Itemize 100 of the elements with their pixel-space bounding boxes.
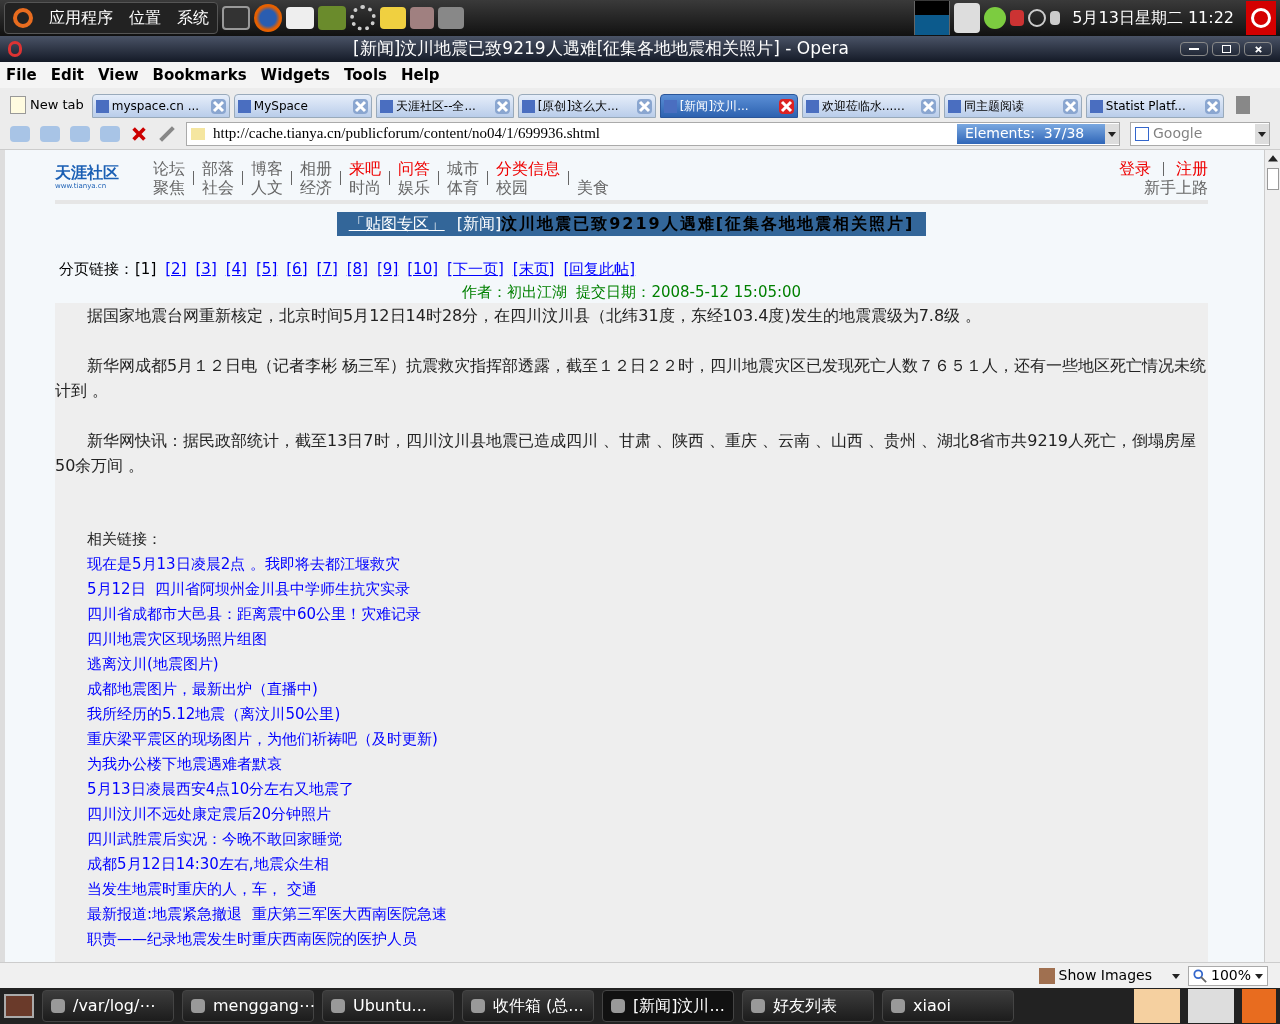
related-link[interactable]: 四川武胜震后实况：今晚不敢回家睡觉 bbox=[87, 829, 342, 848]
scroll-thumb[interactable] bbox=[1266, 168, 1279, 190]
browser-tab[interactable]: myspace.cn ... bbox=[91, 94, 230, 118]
scrollbar[interactable] bbox=[1264, 150, 1280, 962]
status-icon[interactable] bbox=[984, 7, 1007, 29]
nav-link[interactable]: 娱乐 bbox=[398, 178, 430, 197]
related-link[interactable]: 现在是5月13日凌晨2点 。我即将去都江堰救灾 bbox=[87, 554, 400, 573]
section-link[interactable]: 「贴图专区」 bbox=[348, 212, 445, 236]
show-images-button[interactable]: Show Images bbox=[1038, 965, 1180, 986]
page-link[interactable]: [8] bbox=[346, 258, 368, 281]
related-link[interactable]: 最新报道:地震紧急撤退 重庆第三军医大西南医院急速 bbox=[87, 904, 447, 923]
page-link[interactable]: [5] bbox=[256, 258, 278, 281]
taskbar-button[interactable]: 收件箱 (总... bbox=[462, 990, 594, 1022]
menu-item[interactable]: View bbox=[98, 63, 139, 87]
dropdown-icon[interactable] bbox=[1255, 971, 1263, 980]
reply-link[interactable]: [回复此帖] bbox=[563, 258, 636, 281]
firefox-icon[interactable] bbox=[254, 4, 282, 32]
page-link[interactable]: [7] bbox=[316, 258, 338, 281]
nav-link[interactable]: 时尚 bbox=[349, 178, 381, 197]
nav-link[interactable]: 相册 bbox=[300, 159, 332, 178]
site-logo[interactable]: 天涯社区 bbox=[55, 164, 119, 181]
related-link[interactable]: 5月13日凌晨西安4点10分左右又地震了 bbox=[87, 779, 355, 798]
panel-menu[interactable]: 位置 bbox=[129, 6, 161, 30]
help-link[interactable]: 新手上路 bbox=[1144, 178, 1208, 197]
related-link[interactable]: 职责——纪录地震发生时重庆西南医院的医护人员 bbox=[87, 929, 417, 948]
menu-item[interactable]: Bookmarks bbox=[152, 63, 247, 87]
next-page-link[interactable]: [下一页] bbox=[447, 258, 504, 281]
browser-tab[interactable]: 欢迎莅临水...... bbox=[801, 94, 940, 118]
close-tab-icon[interactable] bbox=[1062, 98, 1078, 114]
page-link[interactable]: [10] bbox=[407, 258, 439, 281]
close-tab-icon[interactable] bbox=[778, 98, 794, 114]
menu-item[interactable]: File bbox=[6, 63, 37, 87]
taskbar-button[interactable]: Ubuntu... bbox=[322, 990, 454, 1022]
nav-link[interactable]: 聚焦 bbox=[153, 178, 185, 197]
close-tab-icon[interactable] bbox=[210, 98, 226, 114]
new-tab-button[interactable]: New tab bbox=[6, 92, 88, 118]
search-input[interactable]: Google bbox=[1153, 123, 1251, 144]
last-page-link[interactable]: [末页] bbox=[512, 258, 555, 281]
dropdown-icon[interactable] bbox=[1105, 123, 1119, 144]
related-link[interactable]: 当发生地震时重庆的人，车， 交通 bbox=[87, 879, 317, 898]
nav-link[interactable]: 美食 bbox=[577, 178, 609, 197]
taskbar-button[interactable]: xiaoi bbox=[882, 990, 1014, 1022]
nav-link[interactable]: 问答 bbox=[398, 159, 430, 178]
power-icon[interactable] bbox=[1246, 1, 1276, 35]
dropdown-icon[interactable] bbox=[1171, 971, 1180, 980]
dropdown-icon[interactable] bbox=[1255, 123, 1269, 144]
browser-tab[interactable]: MySpace bbox=[233, 94, 372, 118]
menu-item[interactable]: Edit bbox=[50, 63, 84, 87]
nav-link[interactable]: 城市 bbox=[447, 159, 479, 178]
nav-link[interactable]: 来吧 bbox=[349, 159, 381, 178]
search-icon[interactable] bbox=[1028, 9, 1047, 27]
related-link[interactable]: 成都地震图片，最新出炉（直播中) bbox=[87, 679, 318, 698]
page-link[interactable]: [4] bbox=[225, 258, 247, 281]
related-link[interactable]: 重庆梁平震区的现场图片，为他们祈祷吧（及时更新) bbox=[87, 729, 438, 748]
related-link[interactable]: 四川省成都市大邑县：距离震中60公里！灾难记录 bbox=[87, 604, 422, 623]
search-field[interactable]: Google bbox=[1130, 121, 1270, 146]
related-link[interactable]: 四川汶川不远处康定震后20分钟照片 bbox=[87, 804, 332, 823]
nav-link[interactable]: 经济 bbox=[300, 178, 332, 197]
login-link[interactable]: 登录 bbox=[1119, 159, 1151, 178]
browser-tab[interactable]: 同主题阅读 bbox=[943, 94, 1082, 118]
taskbar-button[interactable]: /var/log/⋯ bbox=[42, 990, 174, 1022]
nav-link[interactable]: 分类信息 bbox=[496, 159, 560, 178]
close-icon[interactable] bbox=[1253, 44, 1263, 54]
page-link[interactable]: [2] bbox=[165, 258, 187, 281]
nav-link[interactable]: 人文 bbox=[251, 178, 283, 197]
taskbar-button[interactable]: [新闻]汶川... bbox=[602, 990, 734, 1022]
browser-tab[interactable]: 天涯社区--全... bbox=[375, 94, 514, 118]
nav-link[interactable]: 社会 bbox=[202, 178, 234, 197]
zoom-control[interactable]: 100% bbox=[1187, 965, 1268, 986]
register-link[interactable]: 注册 bbox=[1176, 159, 1208, 178]
related-link[interactable]: 5月12日 四川省阿坝州金川县中学师生抗灾实录 bbox=[87, 579, 411, 598]
browser-tab[interactable]: [原创]这么大... bbox=[517, 94, 656, 118]
nav-link[interactable]: 论坛 bbox=[153, 159, 185, 178]
close-tab-icon[interactable] bbox=[494, 98, 510, 114]
taskbar-button[interactable]: 好友列表 bbox=[742, 990, 874, 1022]
minimize-icon[interactable] bbox=[1180, 42, 1208, 56]
page-link[interactable]: [3] bbox=[195, 258, 217, 281]
browser-tab[interactable]: Statist Platf... bbox=[1085, 94, 1224, 118]
maximize-icon[interactable] bbox=[1212, 42, 1240, 56]
close-tab-icon[interactable] bbox=[920, 98, 936, 114]
taskbar-button[interactable]: menggang⋯ bbox=[182, 990, 314, 1022]
related-link[interactable]: 四川地震灾区现场照片组图 bbox=[87, 629, 267, 648]
nav-link[interactable]: 博客 bbox=[251, 159, 283, 178]
panel-menu[interactable]: 系统 bbox=[177, 6, 209, 30]
scroll-up-icon[interactable] bbox=[1267, 154, 1278, 164]
menu-item[interactable]: Widgets bbox=[260, 63, 331, 87]
ubuntu-logo-icon[interactable] bbox=[13, 8, 33, 28]
address-field[interactable]: http://cache.tianya.cn/publicforum/content/no04/1/699936.shtml Elements: 37/38 bbox=[186, 121, 1120, 146]
nav-link[interactable]: 部落 bbox=[202, 159, 234, 178]
page-link[interactable]: [9] bbox=[377, 258, 399, 281]
panel-clock[interactable]: 5月13日星期二 11:22 bbox=[1064, 6, 1242, 30]
related-link[interactable]: 逃离汶川(地震图片) bbox=[87, 654, 219, 673]
related-link[interactable]: 成都5月12日14:30左右,地震众生相 bbox=[87, 854, 329, 873]
page-link[interactable]: [6] bbox=[286, 258, 308, 281]
related-link[interactable]: 我所经历的5.12地震（离汶川50公里) bbox=[87, 704, 341, 723]
nav-link[interactable]: 校园 bbox=[496, 178, 560, 197]
panel-menu[interactable]: 应用程序 bbox=[49, 6, 113, 30]
related-link[interactable]: 为我办公楼下地震遇难者默哀 bbox=[87, 754, 282, 773]
close-tab-icon[interactable] bbox=[352, 98, 368, 114]
nav-link[interactable]: 体育 bbox=[447, 178, 479, 197]
